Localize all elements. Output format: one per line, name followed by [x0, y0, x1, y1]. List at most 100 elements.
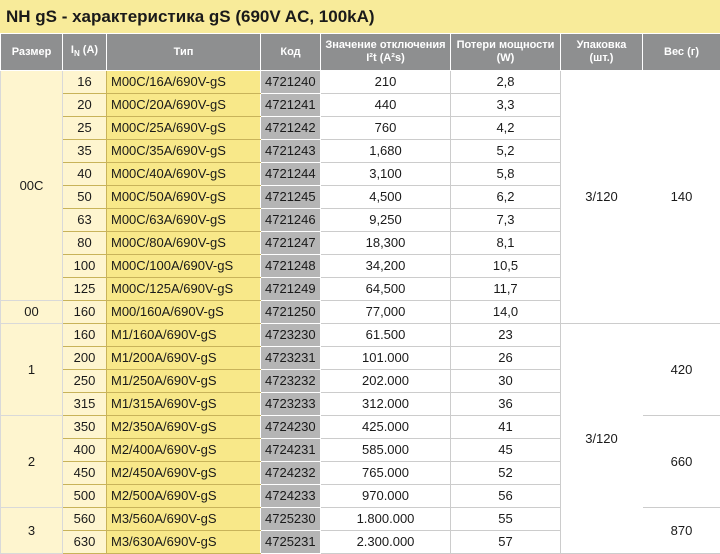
- power-loss-cell: 36: [451, 393, 561, 416]
- header-row: Размер IN (A) Тип Код Значение отключени…: [1, 34, 720, 71]
- power-loss-cell: 41: [451, 416, 561, 439]
- code-cell: 4723231: [261, 347, 321, 370]
- power-loss-cell: 26: [451, 347, 561, 370]
- type-cell: M2/500A/690V-gS: [107, 485, 261, 508]
- header-weight: Вес (г): [643, 34, 720, 71]
- size-cell: 00: [1, 301, 63, 324]
- packaging-cell: 3/120: [561, 71, 643, 324]
- type-cell: M00C/80A/690V-gS: [107, 232, 261, 255]
- i2t-cell: 18,300: [321, 232, 451, 255]
- current-cell: 50: [63, 186, 107, 209]
- i2t-cell: 101.000: [321, 347, 451, 370]
- header-type: Тип: [107, 34, 261, 71]
- i2t-cell: 9,250: [321, 209, 451, 232]
- code-cell: 4721249: [261, 278, 321, 301]
- power-loss-cell: 5,2: [451, 140, 561, 163]
- current-cell: 63: [63, 209, 107, 232]
- i2t-cell: 64,500: [321, 278, 451, 301]
- i2t-cell: 202.000: [321, 370, 451, 393]
- i2t-cell: 585.000: [321, 439, 451, 462]
- type-cell: M00C/16A/690V-gS: [107, 71, 261, 94]
- i2t-cell: 34,200: [321, 255, 451, 278]
- power-loss-cell: 2,8: [451, 71, 561, 94]
- i2t-cell: 210: [321, 71, 451, 94]
- code-cell: 4723233: [261, 393, 321, 416]
- code-cell: 4721245: [261, 186, 321, 209]
- power-loss-cell: 7,3: [451, 209, 561, 232]
- type-cell: M00C/25A/690V-gS: [107, 117, 261, 140]
- current-cell: 20: [63, 94, 107, 117]
- current-cell: 40: [63, 163, 107, 186]
- code-cell: 4721243: [261, 140, 321, 163]
- current-cell: 450: [63, 462, 107, 485]
- power-loss-cell: 6,2: [451, 186, 561, 209]
- i2t-cell: 312.000: [321, 393, 451, 416]
- type-cell: M1/200A/690V-gS: [107, 347, 261, 370]
- current-cell: 500: [63, 485, 107, 508]
- power-loss-cell: 45: [451, 439, 561, 462]
- i2t-cell: 970.000: [321, 485, 451, 508]
- current-cell: 25: [63, 117, 107, 140]
- type-cell: M00/160A/690V-gS: [107, 301, 261, 324]
- i2t-cell: 2.300.000: [321, 531, 451, 554]
- current-cell: 315: [63, 393, 107, 416]
- type-cell: M1/315A/690V-gS: [107, 393, 261, 416]
- i2t-cell: 61.500: [321, 324, 451, 347]
- weight-cell: 140: [643, 71, 720, 324]
- i2t-cell: 3,100: [321, 163, 451, 186]
- type-cell: M00C/40A/690V-gS: [107, 163, 261, 186]
- code-cell: 4721240: [261, 71, 321, 94]
- i2t-cell: 77,000: [321, 301, 451, 324]
- table-row: 1160M1/160A/690V-gS472323061.500233/1204…: [1, 324, 720, 347]
- code-cell: 4724232: [261, 462, 321, 485]
- current-cell: 400: [63, 439, 107, 462]
- type-cell: M00C/20A/690V-gS: [107, 94, 261, 117]
- size-cell: 3: [1, 508, 63, 554]
- current-cell: 160: [63, 324, 107, 347]
- power-loss-cell: 30: [451, 370, 561, 393]
- type-cell: M1/250A/690V-gS: [107, 370, 261, 393]
- code-cell: 4725231: [261, 531, 321, 554]
- table-title: NH gS - характеристика gS (690V AC, 100k…: [0, 0, 720, 33]
- i2t-cell: 760: [321, 117, 451, 140]
- power-loss-cell: 55: [451, 508, 561, 531]
- type-cell: M1/160A/690V-gS: [107, 324, 261, 347]
- type-cell: M00C/63A/690V-gS: [107, 209, 261, 232]
- size-cell: 2: [1, 416, 63, 508]
- power-loss-cell: 11,7: [451, 278, 561, 301]
- current-cell: 125: [63, 278, 107, 301]
- current-cell: 100: [63, 255, 107, 278]
- header-power-loss: Потери мощности(W): [451, 34, 561, 71]
- code-cell: 4724230: [261, 416, 321, 439]
- power-loss-cell: 14,0: [451, 301, 561, 324]
- size-cell: 1: [1, 324, 63, 416]
- current-cell: 160: [63, 301, 107, 324]
- type-cell: M2/450A/690V-gS: [107, 462, 261, 485]
- table-row: 00C16M00C/16A/690V-gS47212402102,83/1201…: [1, 71, 720, 94]
- packaging-cell: 3/120: [561, 324, 643, 554]
- current-cell: 35: [63, 140, 107, 163]
- current-cell: 200: [63, 347, 107, 370]
- i2t-cell: 1,680: [321, 140, 451, 163]
- code-cell: 4721241: [261, 94, 321, 117]
- current-cell: 250: [63, 370, 107, 393]
- current-cell: 560: [63, 508, 107, 531]
- weight-cell: 420: [643, 324, 720, 416]
- power-loss-cell: 4,2: [451, 117, 561, 140]
- code-cell: 4721248: [261, 255, 321, 278]
- type-cell: M00C/35A/690V-gS: [107, 140, 261, 163]
- type-cell: M00C/100A/690V-gS: [107, 255, 261, 278]
- current-cell: 630: [63, 531, 107, 554]
- code-cell: 4721242: [261, 117, 321, 140]
- fuse-characteristics-table: Размер IN (A) Тип Код Значение отключени…: [0, 33, 720, 554]
- code-cell: 4724233: [261, 485, 321, 508]
- weight-cell: 870: [643, 508, 720, 554]
- i2t-cell: 765.000: [321, 462, 451, 485]
- current-cell: 80: [63, 232, 107, 255]
- type-cell: M3/560A/690V-gS: [107, 508, 261, 531]
- current-cell: 16: [63, 71, 107, 94]
- code-cell: 4721247: [261, 232, 321, 255]
- header-packaging: Упаковка(шт.): [561, 34, 643, 71]
- code-cell: 4721246: [261, 209, 321, 232]
- weight-cell: 660: [643, 416, 720, 508]
